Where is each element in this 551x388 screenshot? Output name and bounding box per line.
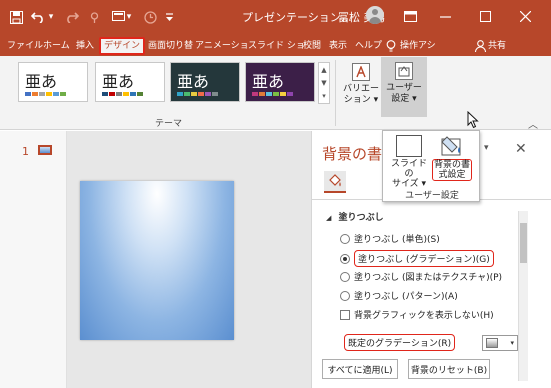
hide-bg-graphics-option[interactable]: 背景グラフィックを表示しない(H): [340, 308, 494, 321]
theme-thumbnail[interactable]: 亜あ: [245, 62, 315, 102]
fill-gradient-option[interactable]: 塗りつぶし (グラデーション)(G): [340, 250, 494, 267]
save-icon[interactable]: [6, 6, 26, 28]
collapse-ribbon-button[interactable]: ︿: [528, 116, 538, 131]
reset-background-button[interactable]: 背景のリセット(B): [408, 359, 490, 379]
paint-bucket-icon[interactable]: [324, 171, 346, 193]
themes-group-label: テーマ: [155, 119, 183, 129]
theme-thumbnail[interactable]: 亜あ: [170, 62, 240, 102]
slide-size-label: スライドの サイズ ▾: [390, 159, 427, 189]
radio-gradient[interactable]: [340, 253, 350, 264]
theme-color-bars: [25, 92, 66, 96]
customize-qat-icon[interactable]: [162, 6, 176, 28]
apply-to-all-button[interactable]: すべてに適用(L): [322, 359, 398, 379]
slide-thumbnails-panel: 1: [0, 131, 67, 388]
fill-gradient-label: 塗りつぶし (グラデーション)(G): [354, 250, 494, 267]
gallery-more-button[interactable]: ▾: [322, 92, 326, 100]
recent-icon[interactable]: [140, 6, 160, 28]
fill-picture-option[interactable]: 塗りつぶし (図またはテクスチャ)(P): [340, 270, 502, 283]
slide-size-button[interactable]: スライドの サイズ ▾: [387, 135, 431, 189]
tab-animations[interactable]: アニメーショ: [192, 37, 252, 55]
pane-close-button[interactable]: ✕: [515, 141, 527, 157]
theme-sample-text: 亜あ: [25, 72, 58, 91]
tell-me-search[interactable]: 操作アシ: [397, 37, 439, 55]
radio-solid[interactable]: [340, 233, 350, 244]
tab-view[interactable]: 表示: [326, 37, 350, 55]
format-background-button[interactable]: 背景の書 式設定: [430, 135, 474, 181]
customize-dropdown: スライドの サイズ ▾ 背景の書 式設定 ユーザー設定: [382, 130, 480, 202]
theme-sample-text: 亜あ: [177, 72, 210, 91]
avatar[interactable]: [366, 6, 384, 24]
title-bar: ▾ ▾ プレゼンテーション… 冨松 美男: [0, 0, 551, 34]
gallery-down-button[interactable]: ▼: [321, 79, 326, 87]
customize-button[interactable]: ユーザー 設定 ▾: [381, 57, 427, 117]
preset-dropdown-arrow: ▾: [510, 339, 514, 347]
theme-thumbnail[interactable]: 亜あ: [18, 62, 88, 102]
pane-title: 背景の書: [322, 145, 383, 163]
tab-transitions[interactable]: 画面切り替: [145, 37, 196, 55]
gallery-scrollbar[interactable]: ▲ ▼ ▾: [318, 62, 330, 104]
ribbon-tabs: ファイル ホーム 挿入 デザイン 画面切り替 アニメーショ スライド ショ 校閲…: [0, 34, 551, 56]
fill-pattern-label: 塗りつぶし (パターン)(A): [354, 292, 458, 302]
theme-sample-text: 亜あ: [252, 72, 285, 91]
ribbon-separator: [335, 60, 336, 126]
fill-section-label: 塗りつぶし: [338, 213, 384, 223]
customize-icon: [395, 62, 413, 80]
hide-bg-graphics-label: 背景グラフィックを表示しない(H): [354, 311, 494, 321]
preset-gradient-dropdown[interactable]: ▾: [482, 335, 518, 351]
pane-scroll-thumb[interactable]: [520, 223, 527, 263]
format-background-label: 背景の書 式設定: [431, 159, 472, 181]
undo-icon[interactable]: [28, 6, 48, 28]
fill-solid-option[interactable]: 塗りつぶし (単色)(S): [340, 232, 440, 245]
theme-sample-text: 亜あ: [102, 72, 135, 91]
variants-icon: [352, 63, 370, 81]
theme-color-bars: [177, 92, 218, 96]
ribbon-display-icon[interactable]: [395, 6, 425, 26]
radio-pattern[interactable]: [340, 290, 350, 301]
theme-color-bars: [102, 92, 143, 96]
undo-dropdown-button[interactable]: ▾: [46, 6, 56, 28]
radio-picture[interactable]: [340, 271, 350, 282]
section-expand-icon: ◢: [326, 214, 332, 222]
fill-solid-label: 塗りつぶし (単色)(S): [354, 235, 440, 245]
theme-thumbnail[interactable]: 亜あ: [95, 62, 165, 102]
redo-icon[interactable]: [62, 6, 82, 28]
tab-insert[interactable]: 挿入: [73, 37, 97, 55]
pane-scrollbar[interactable]: [518, 211, 528, 381]
tab-review[interactable]: 校閲: [300, 37, 324, 55]
format-background-icon: [439, 135, 465, 157]
tab-slideshow[interactable]: スライド ショ: [245, 37, 308, 55]
hide-bg-graphics-checkbox[interactable]: [340, 309, 350, 320]
touch-mode-icon[interactable]: [84, 6, 104, 28]
customize-label: ユーザー 設定 ▾: [386, 83, 422, 104]
close-icon[interactable]: [510, 6, 540, 26]
maximize-icon[interactable]: [470, 6, 500, 26]
slide-thumbnail[interactable]: [38, 145, 52, 155]
gallery-up-button[interactable]: ▲: [321, 66, 326, 74]
preset-gradient-label: 既定のグラデーション(R): [344, 334, 456, 351]
new-slide-dropdown[interactable]: ▾: [124, 6, 134, 28]
tab-home[interactable]: ホーム: [40, 37, 73, 55]
popup-group-label: ユーザー設定: [405, 191, 459, 201]
fill-picture-label: 塗りつぶし (図またはテクスチャ)(P): [354, 273, 503, 283]
share-button[interactable]: 共有: [485, 37, 509, 55]
theme-color-bars: [252, 92, 293, 96]
window-title: プレゼンテーション…: [242, 11, 352, 24]
tab-design[interactable]: デザイン: [99, 37, 146, 55]
variants-label: バリエー ション ▾: [342, 84, 379, 105]
tab-help[interactable]: ヘルプ: [352, 37, 385, 55]
slide-canvas-area: [67, 131, 311, 388]
minimize-icon[interactable]: [430, 6, 460, 26]
slide-size-icon: [396, 135, 422, 157]
variants-button[interactable]: バリエー ション ▾: [340, 58, 382, 112]
gradient-swatch: [486, 338, 498, 348]
slide[interactable]: [80, 181, 234, 340]
fill-section-header[interactable]: ◢ 塗りつぶし: [326, 210, 384, 223]
mouse-pointer-icon: [467, 110, 479, 133]
slide-number: 1: [22, 145, 29, 158]
pane-menu-button[interactable]: ▾: [484, 143, 489, 153]
fill-pattern-option[interactable]: 塗りつぶし (パターン)(A): [340, 289, 458, 302]
